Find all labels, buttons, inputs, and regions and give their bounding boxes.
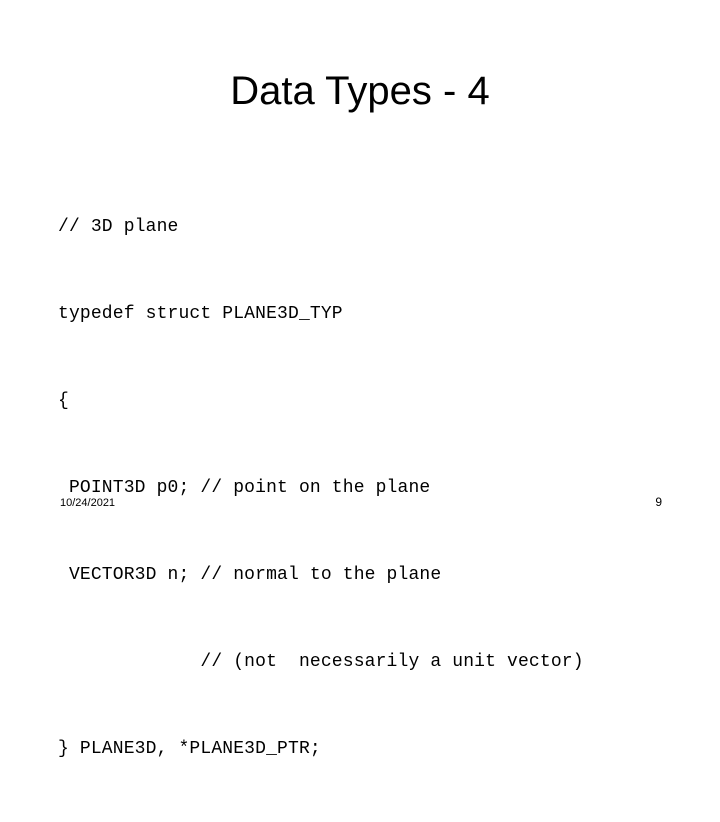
code-line: } PLANE3D, *PLANE3D_PTR; — [58, 739, 321, 759]
code-line: // 3D plane — [58, 217, 179, 237]
code-line: typedef struct PLANE3D_TYP — [58, 304, 343, 324]
code-line: // (not necessarily a unit vector) — [58, 652, 584, 672]
code-line: POINT3D p0; // point on the plane — [58, 478, 431, 498]
code-block: // 3D plane typedef struct PLANE3D_TYP {… — [58, 155, 678, 822]
code-line: VECTOR3D n; // normal to the plane — [58, 565, 442, 585]
code-line: { — [58, 391, 69, 411]
footer-page-number: 9 — [655, 495, 662, 509]
slide-canvas: Data Types - 4 // 3D plane typedef struc… — [0, 0, 720, 759]
footer-date: 10/24/2021 — [60, 497, 116, 509]
page-title: Data Types - 4 — [230, 69, 490, 113]
